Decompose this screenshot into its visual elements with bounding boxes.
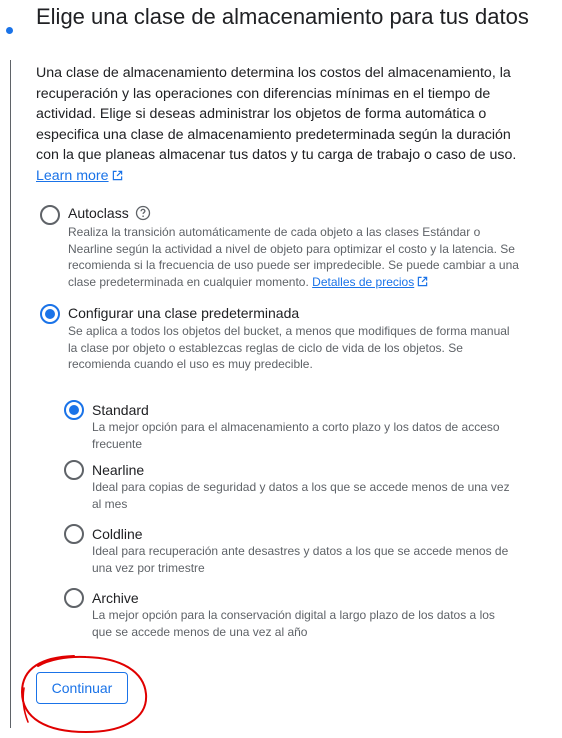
section-description: Una clase de almacenamiento determina lo…	[36, 63, 522, 186]
nearline-description: Ideal para copias de seguridad y datos a…	[92, 480, 510, 511]
pricing-details-link[interactable]: Detalles de precios	[312, 275, 428, 289]
learn-more-link[interactable]: Learn more	[36, 168, 123, 184]
archive-label: Archive	[92, 590, 139, 606]
default-class-option[interactable]: Configurar una clase predeterminada Se a…	[40, 303, 520, 373]
archive-radio[interactable]	[64, 588, 84, 608]
default-class-radio[interactable]	[40, 304, 60, 324]
class-option-coldline[interactable]: Coldline Ideal para recuperación ante de…	[64, 524, 524, 576]
standard-description: La mejor opción para el almacenamiento a…	[92, 420, 500, 451]
external-link-icon	[417, 276, 428, 286]
coldline-description: Ideal para recuperación ante desastres y…	[92, 544, 509, 575]
help-icon[interactable]	[135, 205, 151, 221]
default-class-description: Se aplica a todos los objetos del bucket…	[68, 324, 510, 371]
section-description-text: Una clase de almacenamiento determina lo…	[36, 65, 517, 163]
nearline-label: Nearline	[92, 462, 145, 478]
step-connector-line	[10, 60, 11, 728]
class-option-archive[interactable]: Archive La mejor opción para la conserva…	[64, 588, 524, 640]
section-title: Elige una clase de almacenamiento para t…	[36, 4, 529, 29]
standard-radio[interactable]	[64, 400, 84, 420]
step-indicator-dot	[6, 27, 13, 34]
autoclass-label-row: Autoclass	[68, 204, 151, 222]
archive-description: La mejor opción para la conservación dig…	[92, 608, 495, 639]
learn-more-label: Learn more	[36, 167, 109, 184]
autoclass-description-text: Realiza la transición automáticamente de…	[68, 225, 519, 289]
coldline-radio[interactable]	[64, 524, 84, 544]
default-class-label: Configurar una clase predeterminada	[68, 305, 300, 321]
class-option-standard[interactable]: Standard La mejor opción para el almacen…	[64, 400, 524, 452]
autoclass-option[interactable]: Autoclass Realiza la transición automáti…	[40, 203, 520, 293]
autoclass-label: Autoclass	[68, 205, 129, 221]
external-link-icon	[112, 170, 122, 180]
autoclass-radio[interactable]	[40, 205, 60, 225]
nearline-radio[interactable]	[64, 460, 84, 480]
autoclass-description: Realiza la transición automáticamente de…	[68, 224, 520, 290]
continue-button[interactable]: Continuar	[36, 672, 128, 704]
coldline-label: Coldline	[92, 526, 143, 542]
class-option-nearline[interactable]: Nearline Ideal para copias de seguridad …	[64, 460, 524, 512]
standard-label: Standard	[92, 402, 149, 418]
pricing-details-label: Detalles de precios	[312, 274, 415, 289]
